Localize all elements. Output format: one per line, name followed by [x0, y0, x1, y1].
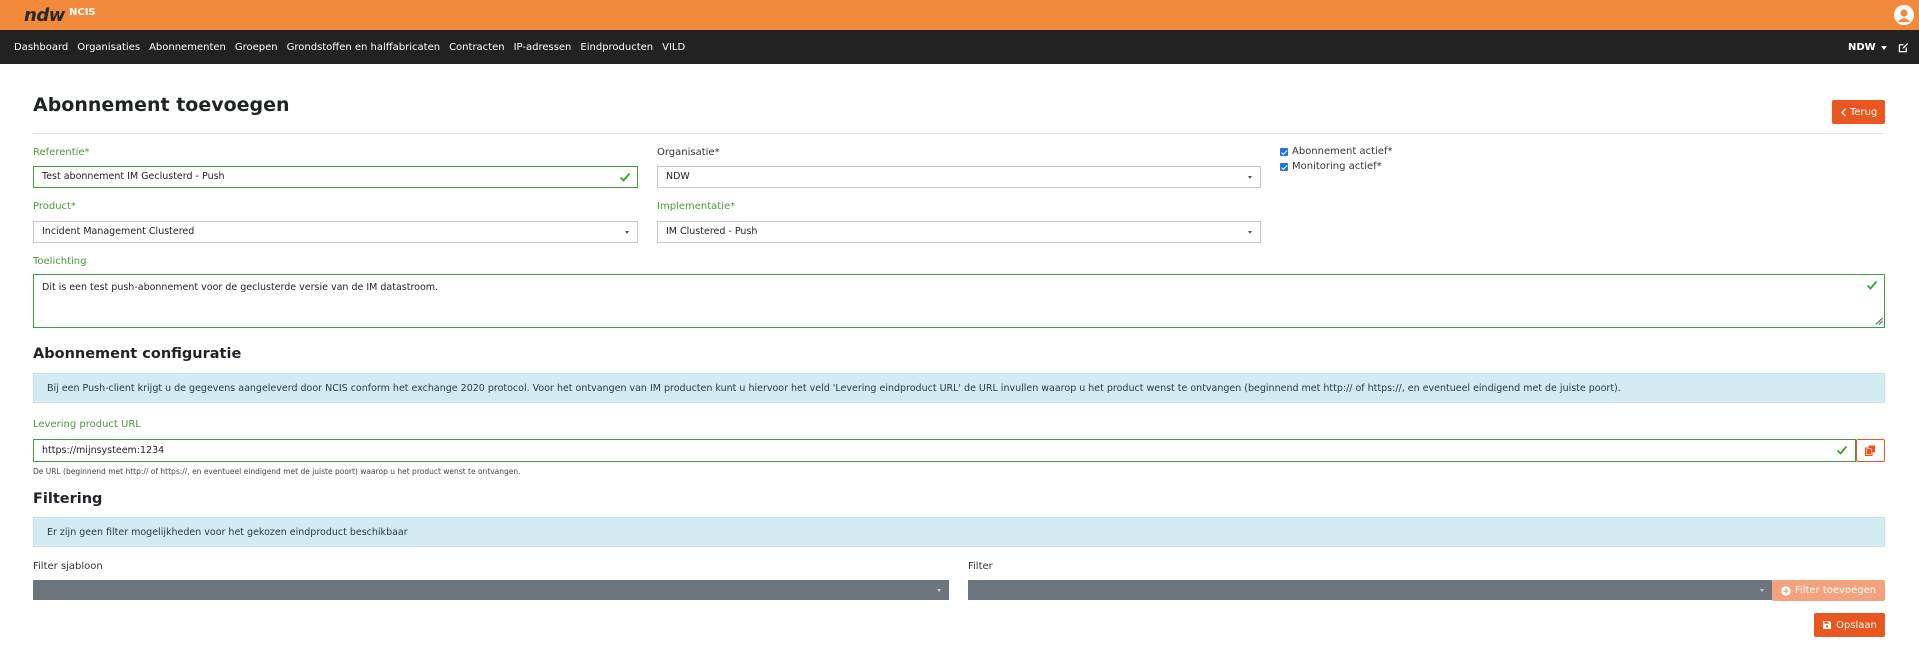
abonnement-actief-label: Abonnement actief*	[1292, 146, 1393, 157]
chevron-left-icon	[1840, 108, 1846, 116]
product-select[interactable]: Incident Management Clustered	[33, 221, 638, 243]
nav-vild[interactable]: VILD	[662, 42, 685, 53]
edit-icon[interactable]	[1898, 42, 1909, 53]
referentie-input[interactable]: Test abonnement IM Geclusterd - Push	[33, 166, 638, 188]
back-button-label: Terug	[1849, 106, 1878, 118]
chevron-down-icon	[1760, 589, 1764, 592]
url-input[interactable]: https://mijnsysteem:1234	[33, 439, 1856, 462]
toelichting-textarea[interactable]: Dit is een test push-abonnement voor de …	[33, 274, 1885, 328]
implementatie-select[interactable]: IM Clustered - Push	[657, 221, 1261, 243]
ndw-logo[interactable]: ndw	[24, 5, 65, 26]
back-button[interactable]: Terug	[1832, 100, 1885, 124]
main-nav: Dashboard Organisaties Abonnementen Groe…	[0, 30, 1919, 64]
check-icon	[1836, 445, 1848, 455]
plus-circle-icon	[1781, 585, 1791, 596]
organisatie-label: Organisatie*	[657, 147, 720, 158]
monitoring-actief-checkbox[interactable]	[1280, 163, 1288, 171]
save-button-label: Opslaan	[1836, 619, 1877, 631]
nav-abonnementen[interactable]: Abonnementen	[149, 42, 226, 53]
org-menu-dropdown[interactable]: NDW	[1848, 42, 1887, 53]
organisatie-select[interactable]: NDW	[657, 166, 1261, 188]
caret-down-icon	[1880, 45, 1887, 50]
copy-icon	[1865, 445, 1875, 456]
user-avatar-icon[interactable]	[1894, 5, 1914, 25]
title-divider	[33, 133, 1885, 134]
implementatie-label: Implementatie*	[657, 201, 736, 212]
chevron-down-icon	[1248, 231, 1252, 234]
add-filter-button[interactable]: Filter toevoegen	[1772, 580, 1885, 601]
page-title: Abonnement toevoegen	[33, 94, 290, 116]
check-icon	[619, 172, 631, 182]
config-info-alert: Bij een Push-client krijgt u de gegevens…	[33, 373, 1885, 403]
config-section-title: Abonnement configuratie	[33, 346, 242, 362]
filtering-info-alert: Er zijn geen filter mogelijkheden voor h…	[33, 517, 1885, 547]
filter-label: Filter	[968, 561, 993, 572]
chevron-down-icon	[1248, 176, 1252, 179]
copy-url-button[interactable]	[1856, 439, 1885, 462]
top-bar: ndw NCIS	[0, 0, 1919, 30]
save-button[interactable]: Opslaan	[1814, 613, 1885, 637]
referentie-label: Referentie*	[33, 147, 90, 158]
url-label: Levering product URL	[33, 419, 141, 430]
nav-contracten[interactable]: Contracten	[449, 42, 505, 53]
nav-organisaties[interactable]: Organisaties	[77, 42, 140, 53]
add-filter-label: Filter toevoegen	[1794, 585, 1877, 596]
nav-eindproducten[interactable]: Eindproducten	[580, 42, 653, 53]
chevron-down-icon	[625, 231, 629, 234]
resize-handle-icon[interactable]	[1875, 317, 1883, 325]
filter-sjabloon-select[interactable]	[33, 580, 949, 600]
nav-groepen[interactable]: Groepen	[235, 42, 278, 53]
filtering-section-title: Filtering	[33, 491, 103, 507]
app-name: NCIS	[69, 7, 96, 18]
product-label: Product*	[33, 201, 76, 212]
chevron-down-icon	[937, 589, 941, 592]
filter-select[interactable]	[968, 580, 1772, 600]
org-menu-label: NDW	[1848, 41, 1876, 53]
filter-sjabloon-label: Filter sjabloon	[33, 561, 103, 572]
nav-ip-adressen[interactable]: IP-adressen	[514, 42, 572, 53]
check-icon	[1866, 280, 1878, 290]
monitoring-actief-label: Monitoring actief*	[1292, 161, 1382, 172]
url-help-text: De URL (beginnend met http:// of https:/…	[33, 467, 521, 476]
abonnement-actief-checkbox[interactable]	[1280, 148, 1288, 156]
toelichting-label: Toelichting	[33, 256, 87, 267]
save-icon	[1823, 621, 1832, 629]
nav-grondstoffen[interactable]: Grondstoffen en halffabricaten	[287, 42, 440, 53]
nav-dashboard[interactable]: Dashboard	[14, 42, 68, 53]
